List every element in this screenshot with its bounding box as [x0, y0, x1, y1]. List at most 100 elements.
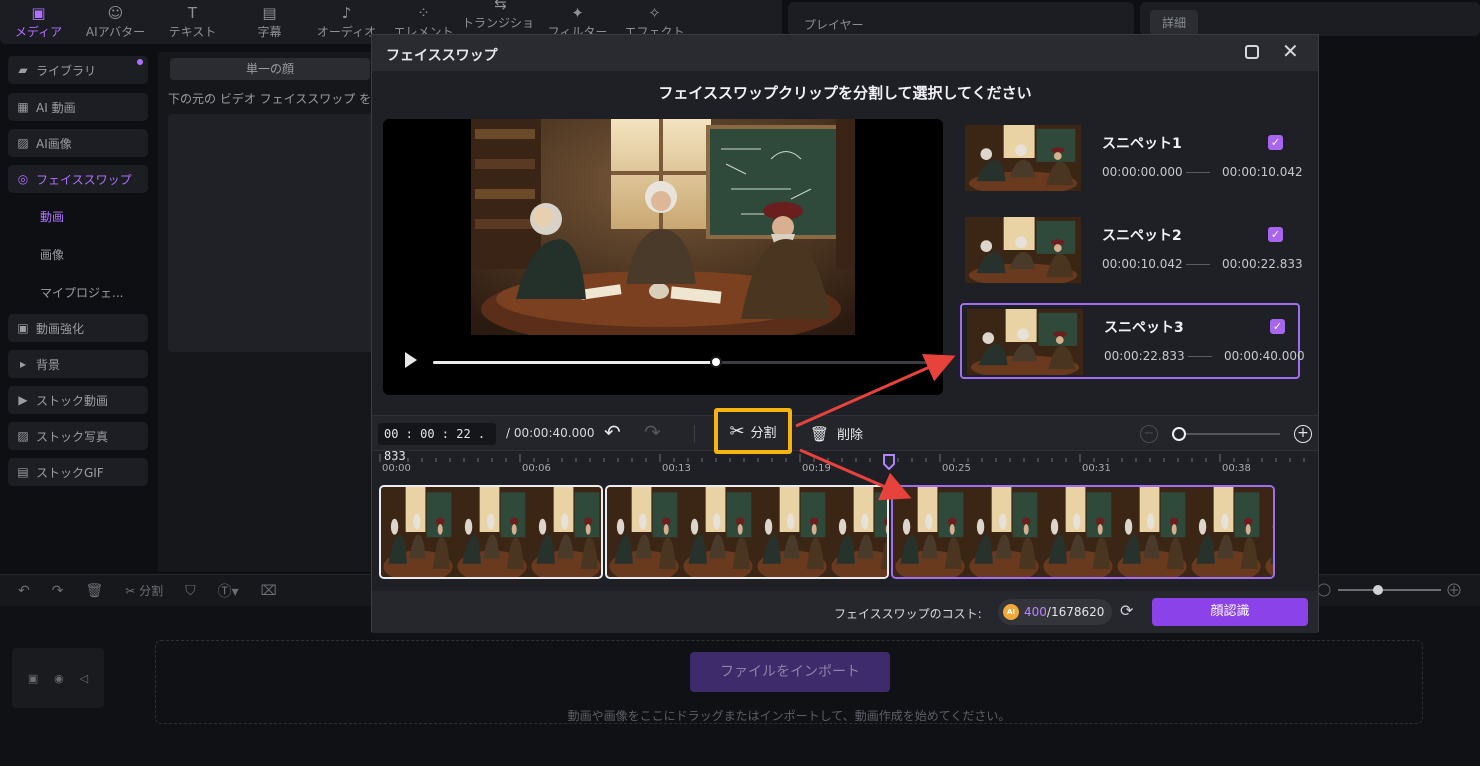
top-tab-media[interactable]: ▣ メディア	[0, 0, 77, 44]
mute-icon[interactable]: ◁	[80, 672, 88, 685]
snippet-card[interactable]: スニペット1 ✓ 00:00:00.000 00:00:10.042	[960, 121, 1303, 197]
playhead-handle[interactable]	[883, 454, 896, 470]
text-icon: T	[187, 3, 198, 22]
sidebar-item-label: ライブラリ	[36, 63, 97, 78]
video-preview[interactable]	[383, 119, 943, 395]
clip-frame	[1041, 487, 1115, 577]
ruler-ticks	[379, 454, 1305, 462]
split-button[interactable]: ✂ 分割	[714, 408, 792, 454]
bottom-split-button[interactable]: ✂ 分割	[125, 582, 163, 599]
undo-icon[interactable]: ↶	[18, 583, 30, 599]
maximize-icon[interactable]	[1245, 45, 1259, 59]
eye-icon[interactable]: ◉	[54, 672, 64, 685]
sidebar-item-2[interactable]: ▨ AI画像	[8, 129, 148, 157]
zoom-out-icon[interactable]: −	[1140, 425, 1158, 443]
redo-icon[interactable]: ↷	[52, 583, 64, 599]
timecode-input[interactable]: 00 : 00 : 22 . 833	[378, 423, 496, 463]
filter-icon: ✦	[571, 3, 584, 22]
bottom-zoom-slider[interactable]	[1316, 582, 1466, 598]
edit-toolbar: 00 : 00 : 22 . 833 / 00:00:40.000 ↶ ↷ ✂ …	[372, 408, 1318, 463]
top-tab-label: 字幕	[257, 24, 282, 39]
toolbar-divider	[694, 425, 695, 443]
snippet-checkbox[interactable]: ✓	[1270, 319, 1285, 334]
sidebar-item-1[interactable]: ▦ AI 動画	[8, 93, 148, 121]
subtitle-icon: ▤	[262, 3, 277, 22]
media-icon: ▣	[31, 3, 46, 22]
sidebar-item-4[interactable]: 動画	[8, 202, 148, 230]
clip-frame	[1115, 487, 1189, 577]
timeline-clip[interactable]	[891, 485, 1275, 579]
film-icon[interactable]: ▣	[28, 672, 38, 685]
sidebar-item-9[interactable]: ▶ ストック動画	[8, 386, 148, 414]
cost-total: /1678620	[1046, 605, 1105, 619]
sidebar-item-0[interactable]: ▰ ライブラリ	[8, 56, 148, 84]
sidebar-item-6[interactable]: マイプロジェ...	[8, 278, 148, 306]
shield-icon[interactable]: ⛉	[185, 583, 196, 599]
sidebar-item-3[interactable]: ◎ フェイススワップ	[8, 165, 148, 193]
snippet-card[interactable]: スニペット3 ✓ 00:00:22.833 00:00:40.000	[960, 303, 1305, 379]
delete-button[interactable]: 🗑 削除	[810, 424, 863, 444]
elements-icon: ⁘	[417, 3, 430, 22]
tab-single-face[interactable]: 単一の顔	[170, 58, 370, 80]
video-progress-handle[interactable]	[709, 356, 722, 368]
snippet-checkbox[interactable]: ✓	[1268, 135, 1283, 150]
ruler-label: 00:31	[1082, 463, 1111, 474]
import-file-button[interactable]: ファイルをインポート	[690, 652, 890, 692]
cost-label: フェイススワップのコスト:	[834, 607, 982, 621]
clip-frame	[829, 487, 887, 577]
clip-frame	[967, 487, 1041, 577]
bottom-split-label: 分割	[139, 584, 164, 598]
player-label: プレイヤー	[804, 18, 864, 32]
sidebar-item-7[interactable]: ▣ 動画強化	[8, 314, 148, 342]
library-notification-dot	[137, 59, 143, 65]
top-tab-avatar[interactable]: ☺ AIアバター	[77, 0, 154, 44]
video-progress-bar[interactable]	[433, 356, 929, 368]
snippet-card[interactable]: スニペット2 ✓ 00:00:10.042 00:00:22.833	[960, 213, 1303, 289]
tab-details[interactable]: 詳細	[1150, 10, 1198, 36]
clip-frame	[755, 487, 829, 577]
clip-frame	[607, 487, 681, 577]
redo-icon[interactable]: ↷	[644, 420, 661, 444]
face-swap-icon: ◎	[17, 172, 29, 186]
ruler-label: 00:06	[522, 463, 551, 474]
face-recognition-button[interactable]: 顔認識	[1152, 598, 1308, 626]
timeline-clip[interactable]	[379, 485, 603, 579]
credit-balance: AI 400/1678620	[998, 599, 1112, 625]
close-icon[interactable]: ✕	[1282, 39, 1299, 63]
sidebar-item-11[interactable]: ▤ ストックGIF	[8, 458, 148, 486]
split-label: 分割	[750, 425, 777, 441]
sidebar-item-label: 動画強化	[36, 321, 85, 336]
snippet-checkbox[interactable]: ✓	[1268, 227, 1283, 242]
ruler-label: 00:25	[942, 463, 971, 474]
top-tab-text[interactable]: T テキスト	[154, 0, 231, 44]
timeline-zoom-slider[interactable]	[1178, 433, 1280, 435]
undo-icon[interactable]: ↶	[604, 420, 621, 444]
trash-icon[interactable]: 🗑	[85, 583, 103, 599]
zoom-in-icon[interactable]: +	[1294, 425, 1312, 443]
sidebar-item-10[interactable]: ▨ ストック写真	[8, 422, 148, 450]
timeline-zoom-handle[interactable]	[1172, 427, 1186, 441]
ai-coin-icon: AI	[1003, 604, 1019, 620]
music-icon: ♪	[341, 3, 352, 22]
avatar-icon: ☺	[107, 3, 124, 22]
text-tool-icon[interactable]: Ⓣ▾	[218, 581, 239, 601]
snippet-thumbnail	[965, 217, 1081, 287]
ai-image-icon: ▨	[17, 136, 29, 150]
snippet-name: スニペット2	[1102, 228, 1182, 244]
crop-icon[interactable]: ⌧	[261, 583, 277, 599]
snippet-end-time: 00:00:40.000	[1224, 349, 1305, 363]
top-tab-subtitle[interactable]: ▤ 字幕	[231, 0, 308, 44]
video-progress-fill	[433, 361, 716, 364]
timeline-ruler[interactable]: 00:00 00:06 00:13 00:19 00:25 00:31 00:38	[372, 452, 1318, 478]
snippet-name: スニペット3	[1104, 320, 1184, 336]
sidebar-item-label: 背景	[36, 357, 61, 372]
sidebar-item-label: フェイススワップ	[36, 172, 132, 187]
snippet-start-time: 00:00:00.000	[1102, 165, 1183, 179]
folder-icon: ▰	[18, 63, 28, 77]
play-button[interactable]	[405, 352, 417, 368]
timeline-clip[interactable]	[605, 485, 889, 579]
enhance-icon: ▣	[17, 321, 29, 335]
sidebar-item-8[interactable]: ▸ 背景	[8, 350, 148, 378]
sidebar-item-5[interactable]: 画像	[8, 240, 148, 268]
refresh-icon[interactable]: ⟳	[1120, 601, 1133, 620]
